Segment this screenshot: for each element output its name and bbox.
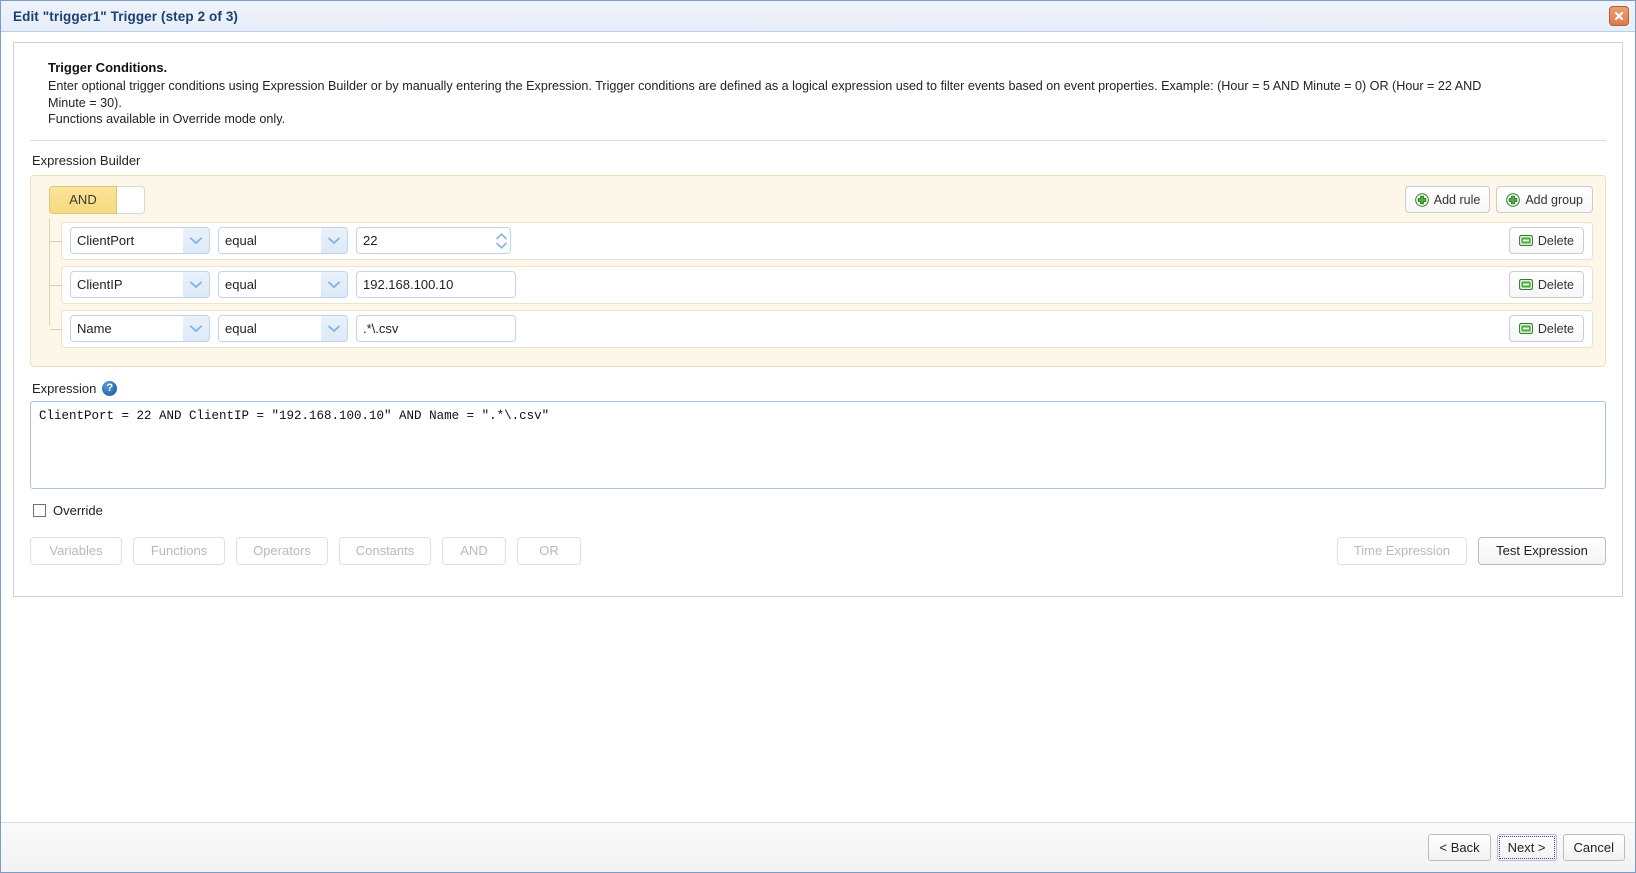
rule-row: Name equal .*\.csv Delete xyxy=(50,309,1593,348)
and-button[interactable]: AND xyxy=(442,536,506,565)
minus-box-icon xyxy=(1518,279,1533,290)
rule-operator-select-wrap: equal xyxy=(218,315,348,342)
rule-field-select[interactable]: Name xyxy=(70,315,210,342)
delete-rule-button[interactable]: Delete xyxy=(1508,227,1584,254)
minus-box-icon xyxy=(1518,323,1533,334)
expression-toolbar: Variables Functions Operators Constants … xyxy=(30,536,1606,565)
cancel-button[interactable]: Cancel xyxy=(1562,834,1625,861)
variables-button[interactable]: Variables xyxy=(30,536,122,565)
rule-value-input[interactable] xyxy=(356,271,516,298)
add-group-button[interactable]: Add group xyxy=(1496,186,1593,213)
help-icon[interactable]: ? xyxy=(102,380,118,396)
rule-operator-select-wrap: equal xyxy=(218,227,348,254)
expression-textarea[interactable]: ClientPort = 22 AND ClientIP = "192.168.… xyxy=(30,400,1606,489)
delete-rule-label: Delete xyxy=(1537,277,1574,292)
rule-value-input[interactable] xyxy=(356,315,516,342)
dialog-footer: < Back Next > Cancel xyxy=(1,822,1635,872)
test-expression-button[interactable]: Test Expression xyxy=(1478,536,1606,565)
dialog-body: Trigger Conditions. Enter optional trigg… xyxy=(1,32,1635,822)
rule-value-wrap xyxy=(356,227,511,254)
intro-paragraph: Enter optional trigger conditions using … xyxy=(48,79,1482,110)
delete-rule-label: Delete xyxy=(1537,321,1574,336)
add-rule-button[interactable]: Add rule xyxy=(1404,186,1491,213)
functions-button[interactable]: Functions xyxy=(133,536,225,565)
query-builder-header: AND Add rule Add group xyxy=(43,185,1593,214)
expression-builder-label: Expression Builder xyxy=(32,152,141,168)
delete-rule-button[interactable]: Delete xyxy=(1508,271,1584,298)
condition-toggle-group: AND xyxy=(49,185,145,214)
delete-rule-label: Delete xyxy=(1537,233,1574,248)
expression-label: Expression xyxy=(32,380,97,396)
rule-list: ClientPort equal 22 Delete ClientIP equa… xyxy=(43,217,1593,348)
condition-and-button[interactable]: AND xyxy=(49,185,117,214)
title-bar: Edit "trigger1" Trigger (step 2 of 3) xyxy=(1,1,1635,32)
rule-operator-select-wrap: equal xyxy=(218,271,348,298)
rule-field-select[interactable]: ClientPort xyxy=(70,227,210,254)
plus-circle-icon xyxy=(1414,192,1429,207)
rule-operator-select[interactable]: equal xyxy=(218,227,348,254)
rule-row: ClientPort equal 22 Delete xyxy=(50,221,1593,260)
or-button[interactable]: OR xyxy=(517,536,581,565)
rule-value-wrap xyxy=(356,315,516,342)
override-row: Override xyxy=(33,503,1606,518)
chevron-up-icon xyxy=(496,232,507,239)
rule-value-input[interactable] xyxy=(356,227,511,254)
expression-label-row: Expression ? xyxy=(32,380,1606,396)
next-button[interactable]: Next > xyxy=(1496,834,1557,861)
conditions-panel: Trigger Conditions. Enter optional trigg… xyxy=(13,42,1623,597)
number-spinner[interactable] xyxy=(496,232,507,249)
override-checkbox[interactable] xyxy=(33,503,46,517)
plus-circle-icon xyxy=(1506,192,1521,207)
page-title: Edit "trigger1" Trigger (step 2 of 3) xyxy=(13,8,239,24)
constants-button[interactable]: Constants xyxy=(339,536,431,565)
chevron-down-icon xyxy=(496,242,507,249)
override-label[interactable]: Override xyxy=(53,503,103,518)
minus-box-icon xyxy=(1518,235,1533,246)
add-rule-label: Add rule xyxy=(1433,192,1481,207)
dialog-window: Edit "trigger1" Trigger (step 2 of 3) Tr… xyxy=(0,0,1636,873)
query-builder-actions: Add rule Add group xyxy=(1404,186,1593,213)
rule-field-select-wrap: Name xyxy=(70,315,210,342)
intro-heading: Trigger Conditions. xyxy=(48,60,168,75)
rule-field-select[interactable]: ClientIP xyxy=(70,271,210,298)
rule-field-select-wrap: ClientPort xyxy=(70,227,210,254)
back-button[interactable]: < Back xyxy=(1428,834,1491,861)
add-group-label: Add group xyxy=(1525,192,1583,207)
rule-value-wrap xyxy=(356,271,516,298)
close-icon[interactable] xyxy=(1609,6,1629,26)
rule-row: ClientIP equal 192.168.100.10 Delete xyxy=(50,265,1593,304)
condition-or-button[interactable] xyxy=(117,185,145,214)
rule-operator-select[interactable]: equal xyxy=(218,315,348,342)
time-expression-button[interactable]: Time Expression xyxy=(1337,536,1467,565)
intro-note: Functions available in Override mode onl… xyxy=(48,112,286,126)
rule-field-select-wrap: ClientIP xyxy=(70,271,210,298)
divider xyxy=(30,139,1606,141)
query-builder: AND Add rule Add group ClientPort equal … xyxy=(30,174,1606,367)
rule-operator-select[interactable]: equal xyxy=(218,271,348,298)
delete-rule-button[interactable]: Delete xyxy=(1508,315,1584,342)
operators-button[interactable]: Operators xyxy=(236,536,328,565)
